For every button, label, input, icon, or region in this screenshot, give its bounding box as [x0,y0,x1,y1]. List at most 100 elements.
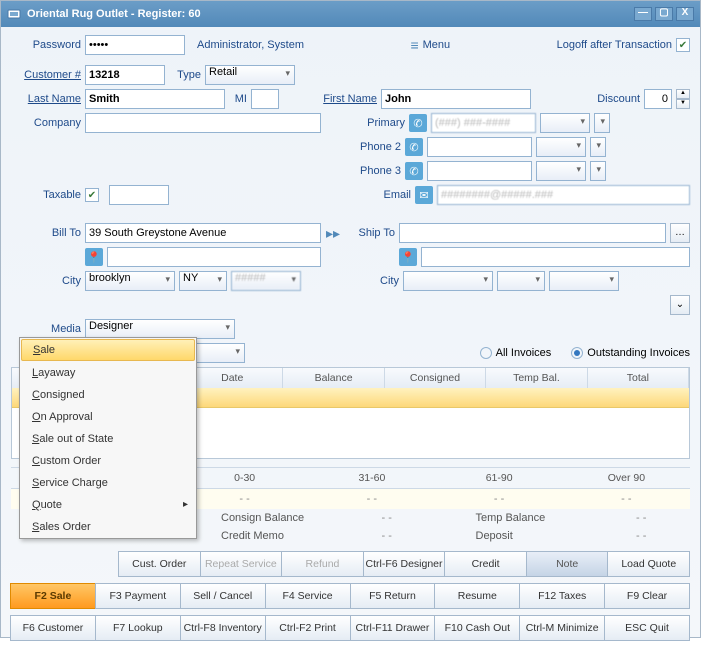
phone3-type-select[interactable] [590,161,606,181]
admin-label: Administrator, System [197,39,304,51]
firstname-label[interactable]: First Name [317,93,377,105]
primary-phone-input[interactable]: (###) ###-#### [431,113,536,133]
discount-input[interactable]: 0 [644,89,672,109]
company-label: Company [11,117,81,129]
shipto-input[interactable] [399,223,666,243]
discount-stepper[interactable]: ▲▼ [676,89,690,109]
cust-order-button[interactable]: Cust. Order [118,551,201,577]
shipto-lookup-button[interactable]: … [670,223,690,243]
logoff-checkbox[interactable]: ✔ [676,38,690,52]
ship-zip-select[interactable] [549,271,619,291]
outstanding-invoices-label: Outstanding Invoices [587,347,690,359]
phone3-ext-select[interactable] [536,161,586,181]
f10-cashout-button[interactable]: F10 Cash Out [434,615,520,641]
menu-button[interactable]: ≡Menu [410,37,450,53]
shipto-label: Ship To [345,227,395,239]
mi-input[interactable] [251,89,279,109]
ship-state-select[interactable] [497,271,545,291]
shipto-addr2-input[interactable] [421,247,690,267]
ship-city-label: City [349,275,399,287]
bill-state-select[interactable]: NY [179,271,227,291]
designer-button[interactable]: Ctrl-F6 Designer [363,551,446,577]
taxable-input[interactable] [109,185,169,205]
ctrl-f8-inventory-button[interactable]: Ctrl-F8 Inventory [180,615,266,641]
dropdown-item-quote[interactable]: Quote [20,494,196,516]
firstname-input[interactable]: John [381,89,531,109]
primary-type-select[interactable] [594,113,610,133]
esc-quit-button[interactable]: ESC Quit [604,615,690,641]
dropdown-item-outofstate[interactable]: Sale out of State [20,428,196,450]
f6-customer-button[interactable]: F6 Customer [10,615,96,641]
company-input[interactable] [85,113,321,133]
window-title: Oriental Rug Outlet - Register: 60 [27,8,201,20]
phone-icon: ✆ [405,162,423,180]
mi-label: MI [229,93,247,105]
primary-ext-select[interactable] [540,113,590,133]
ctrl-f2-print-button[interactable]: Ctrl-F2 Print [265,615,351,641]
f7-lookup-button[interactable]: F7 Lookup [95,615,181,641]
lastname-label[interactable]: Last Name [11,93,81,105]
bill-city-select[interactable]: brooklyn [85,271,175,291]
button-bar-2: F2 Sale F3 Payment Sell / Cancel F4 Serv… [11,583,690,609]
dropdown-item-approval[interactable]: On Approval [20,406,196,428]
maximize-button[interactable]: ▢ [655,7,673,21]
sale-type-dropdown: Sale Layaway Consigned On Approval Sale … [19,337,197,539]
hamburger-icon: ≡ [410,37,418,53]
phone2-ext-select[interactable] [536,137,586,157]
dropdown-item-layaway[interactable]: Layaway [20,362,196,384]
customer-number-label[interactable]: Customer # [11,69,81,81]
bill-zip-select[interactable]: ##### [231,271,301,291]
billto-input[interactable]: 39 South Greystone Avenue [85,223,321,243]
f12-taxes-button[interactable]: F12 Taxes [519,583,605,609]
all-invoices-label: All Invoices [496,347,552,359]
ctrl-m-minimize-button[interactable]: Ctrl-M Minimize [519,615,605,641]
dropdown-item-service[interactable]: Service Charge [20,472,196,494]
col-tempbal: Temp Bal. [486,368,587,388]
primary-label: Primary [345,117,405,129]
refund-button[interactable]: Refund [281,551,364,577]
dropdown-item-salesorder[interactable]: Sales Order [20,516,196,538]
lastname-input[interactable]: Smith [85,89,225,109]
all-invoices-radio[interactable] [480,347,492,359]
phone3-input[interactable] [427,161,532,181]
f5-return-button[interactable]: F5 Return [350,583,436,609]
dropdown-item-consigned[interactable]: Consigned [20,384,196,406]
resume-button[interactable]: Resume [434,583,520,609]
discount-label: Discount [597,93,640,105]
f3-payment-button[interactable]: F3 Payment [95,583,181,609]
col-date: Date [182,368,283,388]
billto-label: Bill To [11,227,81,239]
copy-address-icon[interactable]: ▸▸ [325,225,341,242]
taxable-label: Taxable [11,189,81,201]
ctrl-f11-drawer-button[interactable]: Ctrl-F11 Drawer [350,615,436,641]
phone2-type-select[interactable] [590,137,606,157]
mail-icon: ✉ [415,186,433,204]
taxable-checkbox[interactable]: ✔ [85,188,99,202]
app-icon [7,7,21,21]
titlebar: Oriental Rug Outlet - Register: 60 — ▢ X [1,1,700,27]
type-select[interactable]: Retail [205,65,295,85]
customer-number-input[interactable]: 13218 [85,65,165,85]
dropdown-item-sale[interactable]: Sale [21,339,195,361]
f4-service-button[interactable]: F4 Service [265,583,351,609]
pin-icon: 📍 [85,248,103,266]
credit-button[interactable]: Credit [444,551,527,577]
sell-cancel-button[interactable]: Sell / Cancel [180,583,266,609]
password-input[interactable]: ••••• [85,35,185,55]
phone2-input[interactable] [427,137,532,157]
email-input[interactable]: ########@#####.### [437,185,690,205]
billto-addr2-input[interactable] [107,247,321,267]
media-select[interactable]: Designer [85,319,235,339]
minimize-button[interactable]: — [634,7,652,21]
close-button[interactable]: X [676,7,694,21]
ship-city-select[interactable] [403,271,493,291]
expand-button[interactable]: ⌄ [670,295,690,315]
repeat-service-button[interactable]: Repeat Service [200,551,283,577]
pin-icon: 📍 [399,248,417,266]
load-quote-button[interactable]: Load Quote [607,551,690,577]
note-button[interactable]: Note [526,551,609,577]
f2-sale-button[interactable]: F2 Sale [10,583,96,609]
outstanding-invoices-radio[interactable] [571,347,583,359]
dropdown-item-custom[interactable]: Custom Order [20,450,196,472]
f9-clear-button[interactable]: F9 Clear [604,583,690,609]
